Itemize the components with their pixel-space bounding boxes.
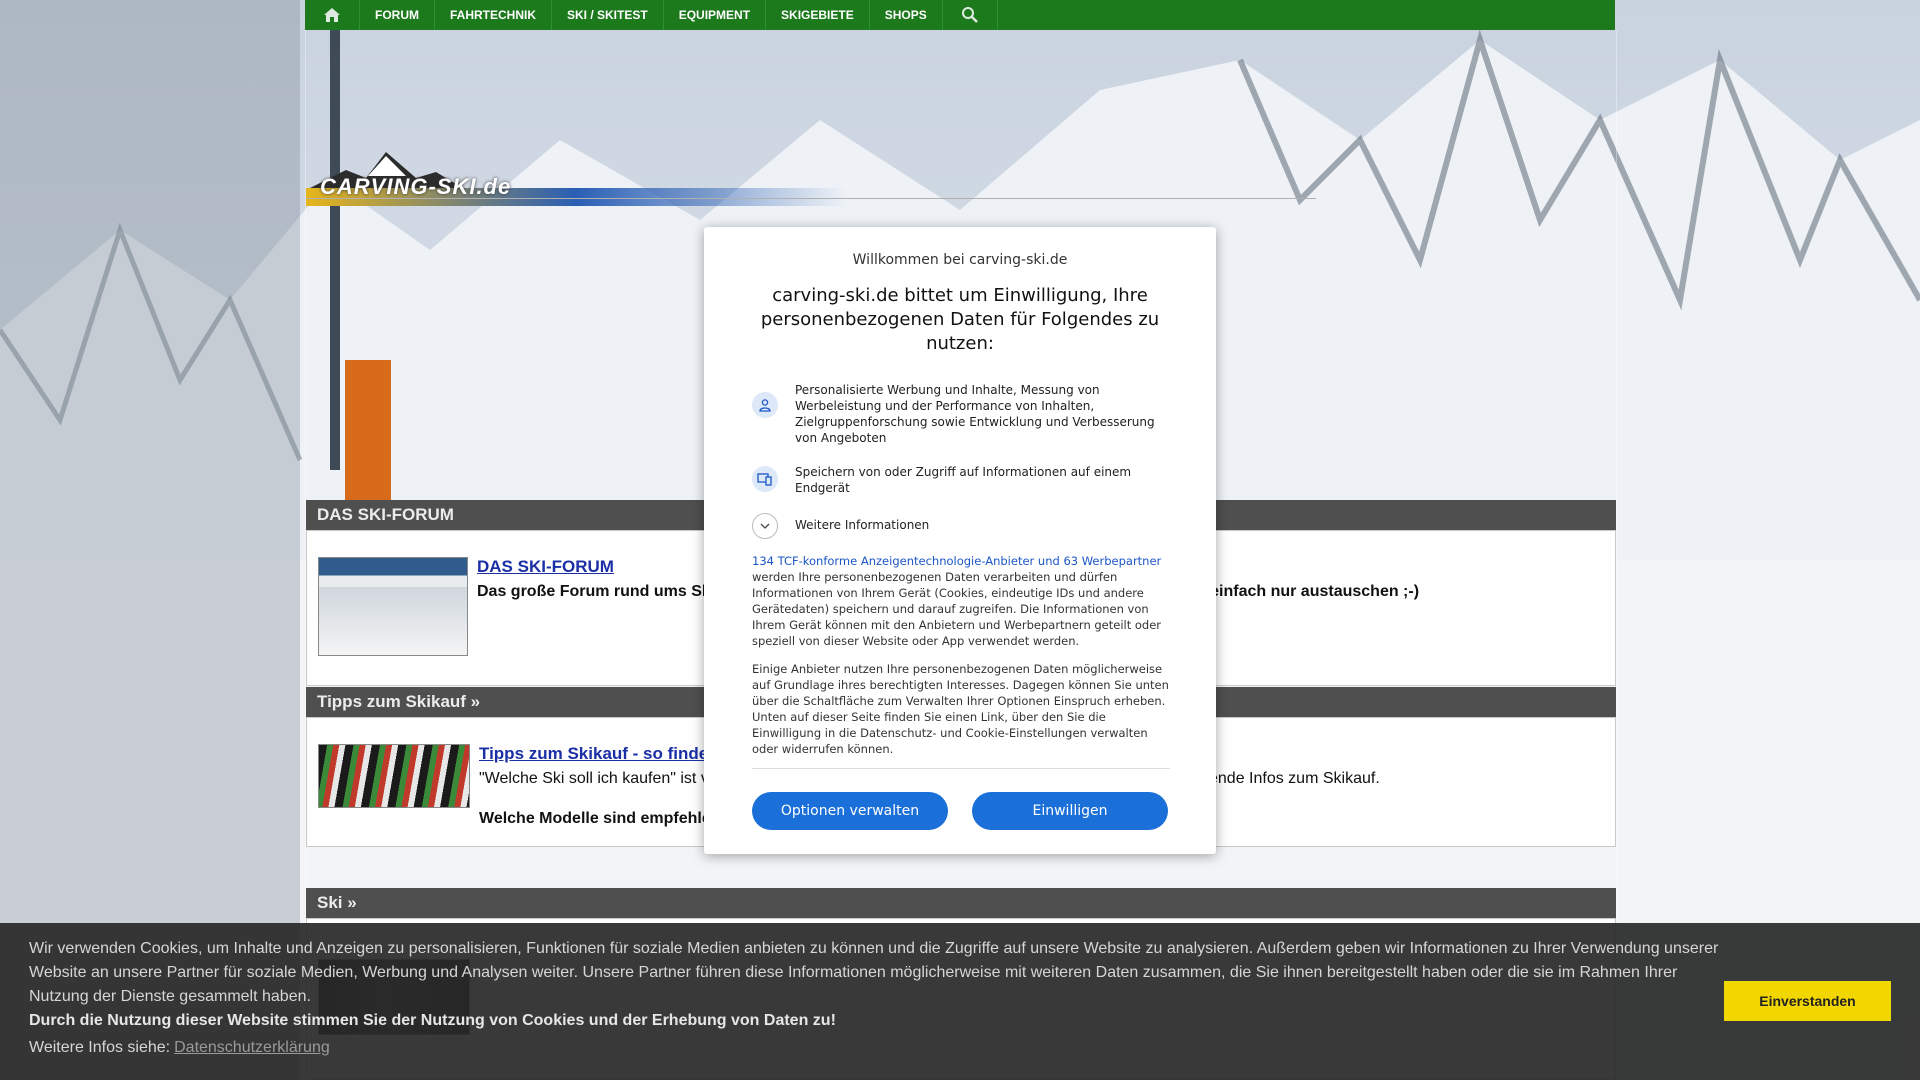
forum-description-end: ch einfach nur austauschen ;-) [1187, 583, 1420, 600]
tipps-description: "Welche Ski soll ich kaufen" ist v [479, 770, 709, 787]
cookie-accept-button[interactable]: Einverstanden [1724, 981, 1891, 1021]
nav-shops[interactable]: SHOPS [870, 0, 943, 30]
consent-welcome: Willkommen bei carving-ski.de [852, 252, 1068, 268]
cookie-banner: Wir verwenden Cookies, um Inhalte und An… [0, 923, 1920, 1080]
tipps-link[interactable]: Tipps zum Skikauf - so finde [479, 744, 708, 764]
home-icon[interactable] [305, 0, 360, 30]
forum-link[interactable]: DAS SKI-FORUM [477, 557, 614, 577]
purpose-personalised-ads: Personalisierte Werbung und Inhalte, Mes… [752, 382, 1172, 452]
nav-forum[interactable]: FORUM [360, 0, 435, 30]
chevron-down-icon[interactable] [752, 513, 778, 539]
search-icon[interactable] [943, 0, 998, 30]
consent-accept-button[interactable]: Einwilligen [972, 792, 1168, 830]
tipps-thumbnail[interactable] [318, 744, 470, 808]
purpose-personalised-ads-text: Personalisierte Werbung und Inhalte, Mes… [795, 383, 1155, 445]
top-navigation: FORUM FAHRTECHNIK SKI / SKITEST EQUIPMEN… [305, 0, 1615, 30]
cookie-more-label: Weitere Infos siehe: [29, 1039, 171, 1056]
consent-legitimate-interest-paragraph: Einige Anbieter nutzen Ihre personenbezo… [752, 662, 1169, 756]
consent-dialog: Willkommen bei carving-ski.de carving-sk… [704, 227, 1216, 854]
consent-divider [752, 768, 1170, 769]
section-header-ski[interactable]: Ski » [306, 888, 1616, 918]
forum-description: Das große Forum rund ums Sk [477, 583, 711, 600]
purpose-device-storage-text: Speichern von oder Zugriff auf Informati… [795, 465, 1132, 495]
consent-partners-paragraph: 134 TCF-konforme Anzeigentechnologie-Anb… [752, 553, 1170, 649]
partners-paragraph-text: werden Ihre personenbezogenen Daten vera… [752, 570, 1162, 648]
devices-icon [752, 466, 778, 492]
nav-fahrtechnik[interactable]: FAHRTECHNIK [435, 0, 552, 30]
partners-link[interactable]: 134 TCF-konforme Anzeigentechnologie-Anb… [752, 554, 1161, 568]
cookie-text: Wir verwenden Cookies, um Inhalte und An… [29, 940, 1719, 1005]
nav-ski-skitest[interactable]: SKI / SKITEST [552, 0, 664, 30]
tipps-description-end: ende Infos zum Skikauf. [1209, 770, 1380, 787]
purpose-device-storage: Speichern von oder Zugriff auf Informati… [752, 464, 1172, 500]
logo-divider [306, 198, 1316, 199]
tipps-subheading: Welche Modelle sind empfehle [479, 810, 711, 827]
cookie-more-info: Weitere Infos siehe: Datenschutzerklärung [29, 1039, 330, 1057]
more-info-toggle[interactable]: Weitere Informationen [795, 518, 929, 532]
manage-options-button[interactable]: Optionen verwalten [752, 792, 948, 830]
nav-skigebiete[interactable]: SKIGEBIETE [766, 0, 870, 30]
forum-thumbnail[interactable] [318, 557, 468, 656]
logo-text: CARVING-SKI.de [320, 174, 512, 199]
consent-headline: carving-ski.de bittet um Einwilligung, I… [760, 285, 1160, 354]
nav-equipment[interactable]: EQUIPMENT [664, 0, 767, 30]
cookie-agreement-text: Durch die Nutzung dieser Website stimmen… [29, 1012, 836, 1029]
privacy-policy-link[interactable]: Datenschutzerklärung [174, 1039, 330, 1056]
user-icon [752, 392, 778, 418]
